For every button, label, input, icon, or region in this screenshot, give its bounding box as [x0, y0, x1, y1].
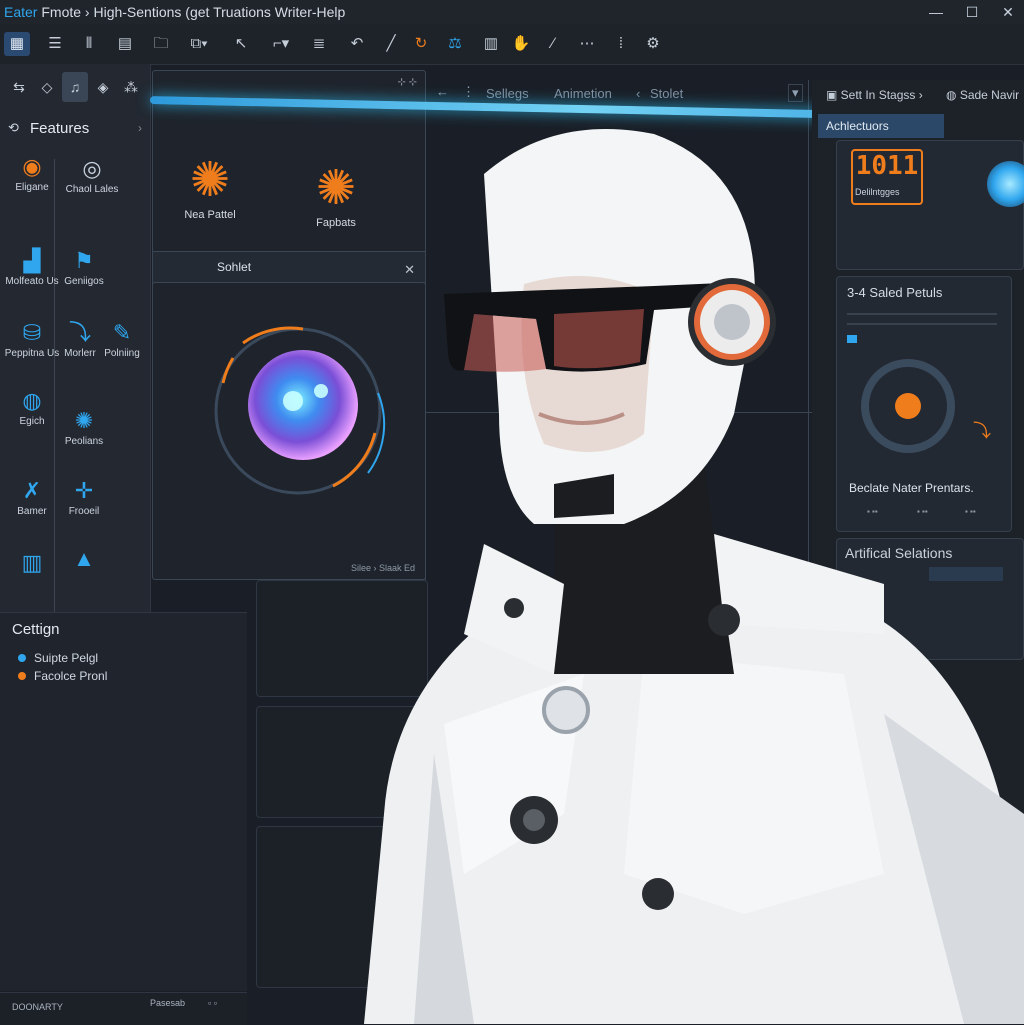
book-icon[interactable]: ▤	[112, 32, 138, 56]
brush-icon[interactable]: ∕	[540, 32, 566, 56]
pen-icon[interactable]: ╱	[378, 32, 404, 56]
feature-item[interactable]: ✎ Polniing	[94, 320, 150, 359]
legend-title: Cettign	[12, 621, 60, 638]
status-left: DOONARTY	[12, 1002, 63, 1012]
undo-icon[interactable]: ↶	[344, 32, 370, 56]
feature-item[interactable]: ◉ Eligane	[0, 154, 64, 193]
feature-item[interactable]: ◎ Chaol Lales	[60, 156, 124, 195]
cyborg-illustration	[364, 129, 1024, 1024]
feature-label: Frooeil	[68, 506, 100, 517]
crop-icon[interactable]: ⌐▾	[268, 32, 294, 56]
refresh-icon[interactable]: ↻	[408, 32, 434, 56]
folder-icon[interactable]: 🗀	[148, 32, 174, 56]
tab-label: Sett In Stagss	[840, 88, 916, 102]
feature-label: Peolians	[64, 436, 104, 447]
pin-icon[interactable]: ⊹ ⊹	[397, 77, 417, 88]
settings-icon[interactable]: ⚙	[640, 32, 666, 56]
feature-label: Chaol Lales	[65, 184, 119, 195]
legend-label: Suipte Pelgl	[34, 651, 99, 665]
arrows-icon[interactable]: ⇆	[6, 72, 32, 102]
grid-icon[interactable]: ▦	[4, 32, 30, 56]
status-icons: ▫ ▫	[208, 998, 217, 1008]
panel-tabs: ⇆ ◇ ♫ ◈ ⁂	[0, 68, 150, 106]
chevron-left-icon: ‹	[636, 86, 641, 101]
head-icon: ◎	[82, 156, 102, 181]
bulb-icon: ◉	[22, 154, 42, 179]
divider-icon: ⁞	[618, 35, 624, 52]
features-header[interactable]: ⟲ Features ›	[8, 116, 148, 140]
features-panel: ⇆ ◇ ♫ ◈ ⁂ ⟲ Features › ◉ Eligane ◎ Chaol L…	[0, 64, 151, 639]
scale-icon[interactable]: ⚖	[442, 32, 468, 56]
feature-label: Polniing	[104, 348, 140, 359]
tab-navigator[interactable]: ◍ Sade Navir	[946, 88, 1019, 102]
legend-label: Facolce Pronl	[34, 669, 108, 683]
more-icon[interactable]: ⋯	[574, 32, 600, 56]
status-bar: DOONARTY Pasesab ▫ ▫	[0, 992, 247, 1025]
copy-icon[interactable]: ⧉▾	[186, 32, 212, 56]
minimize-button[interactable]: —	[926, 2, 946, 22]
main-toolbar: ▦ ☰ ⫴ ▤ 🗀 ⧉▾ ↖ ⌐▾ ≣ ↶ ╱ ↻ ⚖ ▥ ✋ ∕ ⋯ ⁞ ⚙	[0, 24, 1024, 65]
chevron-right-icon[interactable]: ›	[138, 121, 142, 135]
feature-item[interactable]: ▲	[52, 546, 116, 574]
feature-label: Geniigos	[64, 276, 104, 287]
tab-label: Sade Navir	[959, 88, 1020, 102]
kebab-icon[interactable]: ⋮	[462, 84, 475, 100]
title-bar: Eater Fmote › High-Sentions (get Truatio…	[0, 0, 1024, 25]
columns-icon[interactable]: ⫴	[76, 32, 102, 56]
dot-icon	[18, 672, 26, 680]
tab-settings[interactable]: Sellegs	[486, 86, 529, 101]
nodes-icon[interactable]: ⁂	[118, 72, 144, 102]
title-accent: Eater	[4, 4, 38, 20]
feature-item[interactable]: ✛ Frooeil	[52, 478, 116, 517]
tab-animation[interactable]: Animetion	[554, 86, 612, 101]
legend-item[interactable]: Suipte Pelgl	[18, 651, 98, 665]
back-icon[interactable]: ⟲	[8, 120, 30, 136]
maximize-button[interactable]: ☐	[962, 2, 982, 22]
feature-item[interactable]: ⚑ Geniigos	[52, 248, 116, 287]
legend-item[interactable]: Facolce Pronl	[18, 669, 107, 683]
status-right: Pasesab	[150, 998, 186, 1008]
tab-stages[interactable]: ▣ Sett In Stagss ›	[826, 88, 923, 102]
hand-icon[interactable]: ✋	[508, 32, 534, 56]
bell-icon: ▲	[73, 546, 95, 571]
features-title: Features	[30, 119, 90, 137]
tag-icon[interactable]: ◈	[90, 72, 116, 102]
film-icon[interactable]: ▥	[478, 32, 504, 56]
legend-panel: Cettign Suipte Pelgl Facolce Pronl	[0, 612, 247, 991]
gear-icon: ✺	[74, 408, 94, 433]
preset-label: Nea Pattel	[184, 209, 236, 221]
select-label[interactable]: Sohlet	[217, 260, 251, 274]
feature-item[interactable]: ✺ Peolians	[52, 408, 116, 447]
title-text: Fmote › High-Sentions (get Truations Wri…	[37, 4, 346, 20]
dot-icon	[18, 654, 26, 662]
back-arrow-icon[interactable]: ←	[436, 84, 449, 99]
feather-icon: ✎	[112, 320, 132, 345]
tab-stolet[interactable]: Stolet	[650, 86, 683, 101]
orange-gear-icon: ✺	[189, 154, 231, 207]
music-icon[interactable]: ♫	[62, 72, 88, 102]
dropdown-icon[interactable]: ▾	[788, 84, 803, 102]
feature-label: Eligane	[15, 182, 49, 193]
preset-item[interactable]: ✺ Nea Pattel	[165, 153, 255, 221]
window-title: Eater Fmote › High-Sentions (get Truatio…	[4, 4, 345, 20]
cursor-icon[interactable]: ↖	[228, 32, 254, 56]
move-icon: ✛	[74, 478, 94, 503]
flag-icon: ⚑	[74, 248, 94, 273]
list-icon[interactable]: ≣	[306, 32, 332, 56]
diamond-icon[interactable]: ◇	[34, 72, 60, 102]
close-button[interactable]: ✕	[998, 2, 1018, 22]
menu-icon[interactable]: ☰	[42, 32, 68, 56]
